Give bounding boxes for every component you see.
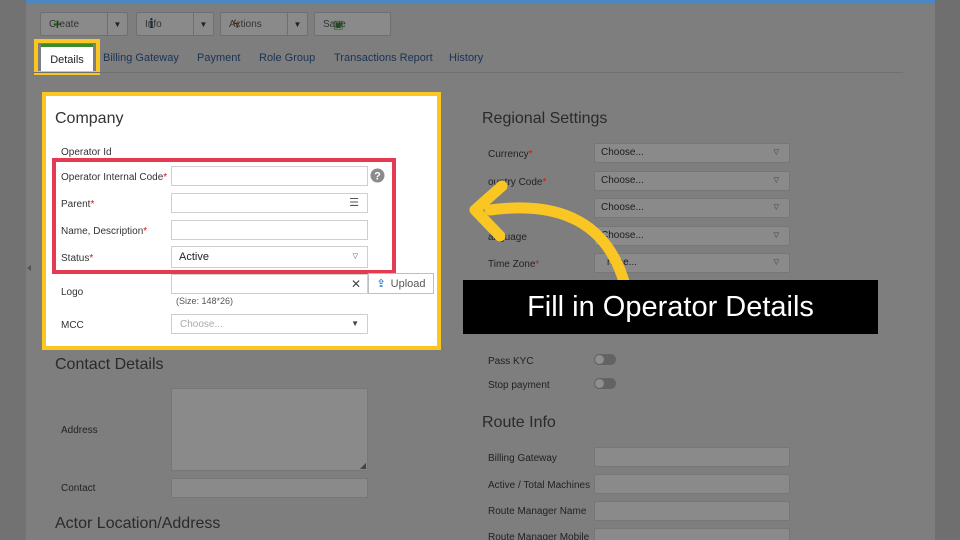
tab-divider — [33, 72, 903, 73]
info-label: Info — [145, 18, 162, 30]
upload-icon: ⇪ — [376, 278, 386, 290]
chevron-down-icon: ▽ — [773, 259, 779, 266]
address-label: Address — [61, 425, 98, 436]
mcc-placeholder: Choose... — [180, 319, 223, 330]
actions-button[interactable]: ϟ Actions ▼ — [220, 12, 308, 36]
contact-details-title: Contact Details — [55, 356, 164, 373]
left-window-edge — [0, 0, 26, 540]
tab-payment[interactable]: Payment — [197, 52, 240, 64]
chevron-down-icon[interactable]: ▼ — [107, 13, 127, 35]
operator-id-label: Operator Id — [61, 147, 112, 158]
create-button[interactable]: + Create ▼ — [40, 12, 128, 36]
billing-gateway-input[interactable] — [594, 447, 790, 467]
details-tab-highlight — [34, 39, 100, 75]
contact-input[interactable] — [171, 478, 368, 498]
company-title: Company — [55, 110, 124, 127]
right-window-edge — [935, 0, 960, 540]
upload-button[interactable]: ⇪ Upload — [368, 273, 434, 294]
logo-label: Logo — [61, 287, 84, 298]
route-manager-mobile-input[interactable] — [594, 528, 790, 540]
callout-text: Fill in Operator Details — [527, 290, 814, 323]
chevron-down-icon: ▽ — [773, 177, 779, 184]
tab-history[interactable]: History — [449, 52, 483, 64]
chevron-down-icon: ▽ — [773, 149, 779, 156]
pass-kyc-label: Pass KYC — [488, 356, 534, 367]
resize-handle-icon[interactable]: ◢ — [360, 461, 366, 470]
address-textarea[interactable]: ◢ — [171, 388, 368, 471]
actor-location-title: Actor Location/Address — [55, 515, 221, 532]
save-label: Save — [323, 18, 346, 30]
regional-settings-title: Regional Settings — [482, 110, 608, 127]
chevron-down-icon[interactable]: ▼ — [287, 13, 307, 35]
active-total-machines-input[interactable] — [594, 474, 790, 494]
chevron-down-icon: ▽ — [773, 232, 779, 239]
currency-label: Currency* — [488, 149, 533, 160]
route-manager-name-label: Route Manager Name — [488, 506, 587, 517]
info-button[interactable]: i Info ▼ — [136, 12, 214, 36]
tab-role-group[interactable]: Role Group — [259, 52, 315, 64]
tab-billing-gateway[interactable]: Billing Gateway — [103, 52, 179, 64]
logo-input[interactable]: ✕ — [171, 274, 368, 294]
instruction-callout: Fill in Operator Details — [463, 280, 878, 334]
currency-select[interactable]: Choose... ▽ — [594, 143, 790, 163]
active-total-machines-label: Active / Total Machines — [488, 480, 591, 491]
collapse-arrow-icon[interactable] — [27, 265, 31, 271]
billing-gateway-label: Billing Gateway — [488, 453, 557, 464]
tab-transactions-report[interactable]: Transactions Report — [334, 52, 433, 64]
route-info-title: Route Info — [482, 414, 556, 431]
chevron-down-icon: ▽ — [773, 204, 779, 211]
upload-label: Upload — [390, 277, 426, 290]
mcc-label: MCC — [61, 320, 84, 331]
actions-label: Actions — [229, 18, 262, 30]
stop-payment-toggle[interactable] — [594, 378, 616, 389]
create-label: Create — [49, 18, 80, 30]
mcc-select[interactable]: Choose... ▼ — [171, 314, 368, 334]
contact-label: Contact — [61, 483, 96, 494]
pass-kyc-toggle[interactable] — [594, 354, 616, 365]
curved-arrow-icon — [469, 180, 631, 290]
save-button[interactable]: ▣ Save — [314, 12, 391, 36]
chevron-down-icon[interactable]: ▼ — [193, 13, 213, 35]
clear-icon[interactable]: ✕ — [351, 277, 361, 291]
stop-payment-label: Stop payment — [488, 380, 550, 391]
chevron-down-icon: ▼ — [351, 319, 359, 328]
required-fields-highlight — [52, 158, 396, 274]
route-manager-mobile-label: Route Manager Mobile — [488, 532, 590, 540]
route-manager-name-input[interactable] — [594, 501, 790, 521]
logo-size-hint: (Size: 148*26) — [176, 296, 234, 306]
